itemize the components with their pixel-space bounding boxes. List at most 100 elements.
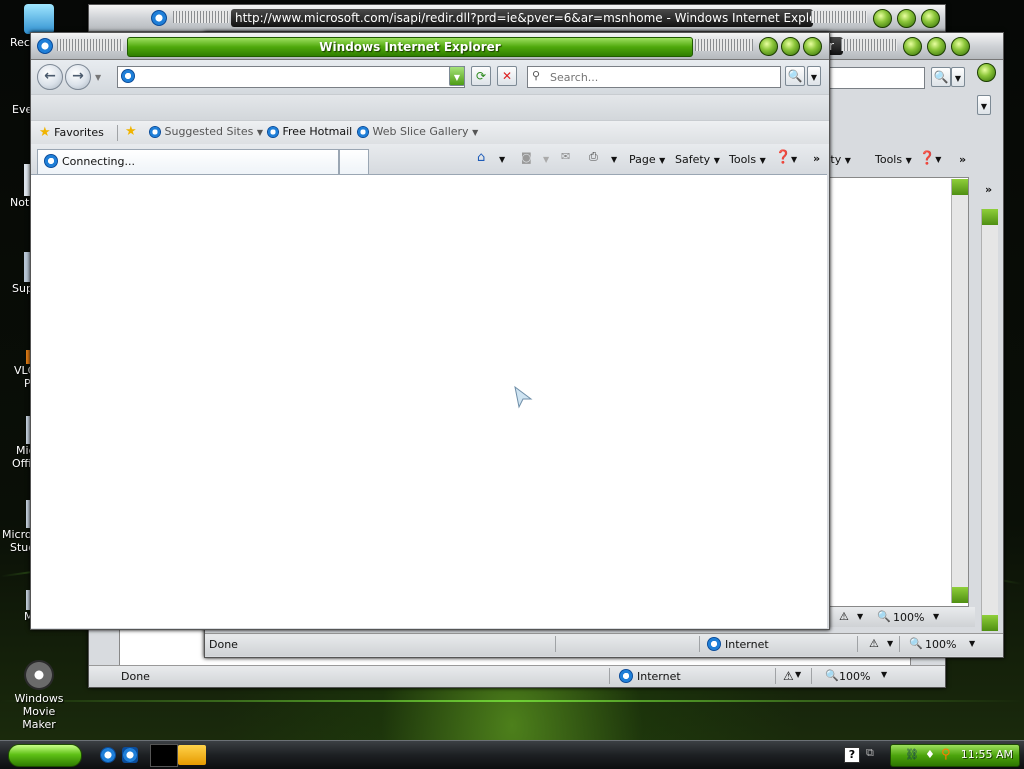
volume-icon[interactable]: ♦ <box>925 748 935 761</box>
scroll-down-button[interactable] <box>982 615 998 631</box>
minimize-button[interactable] <box>903 37 922 56</box>
close-button[interactable] <box>921 9 940 28</box>
stop-button[interactable]: ✕ <box>497 66 517 86</box>
fav-link-suggested-sites[interactable]: e Suggested Sites ▼ <box>149 125 263 138</box>
maximize-button[interactable] <box>927 37 946 56</box>
ie-quicklaunch-icon[interactable]: e <box>100 747 116 763</box>
status-separator <box>775 668 776 684</box>
safety-menu[interactable]: Safety ▼ <box>675 153 720 166</box>
ie-window-front[interactable]: e Windows Internet Explorer ← → ▼ e ▼ ⟳ … <box>30 32 830 630</box>
page-content[interactable] <box>31 174 827 628</box>
refresh-button[interactable]: ⟳ <box>471 66 491 86</box>
feeds-icon[interactable]: ◙ <box>521 151 532 164</box>
protected-mode-icon[interactable]: ⚠ <box>783 669 794 683</box>
status-separator <box>699 636 700 652</box>
fav-link-label: Web Slice Gallery <box>372 125 469 138</box>
search-box[interactable]: ⚲ <box>527 66 781 88</box>
search-button[interactable]: 🔍 <box>785 66 805 86</box>
page-menu[interactable]: Page ▼ <box>629 153 665 166</box>
titlebar[interactable]: e http://www.microsoft.com/isapi/redir.d… <box>89 5 945 32</box>
clock[interactable]: 11:55 AM <box>961 748 1013 761</box>
forward-button[interactable]: → <box>65 64 91 90</box>
add-to-favorites-icon[interactable]: ★ <box>125 124 137 139</box>
scroll-up-button[interactable] <box>952 179 968 195</box>
zoom-dropdown-icon[interactable]: ▼ <box>881 670 887 679</box>
fav-link-free-hotmail[interactable]: e Free Hotmail <box>267 125 352 138</box>
statusbar: Done e Internet ⚠ ▼ 🔍 100% ▼ <box>89 665 945 687</box>
zoom-dropdown-icon[interactable]: ▼ <box>969 639 975 648</box>
dropdown-icon[interactable]: ▼ <box>887 639 893 648</box>
vertical-scrollbar-outer[interactable] <box>981 209 998 631</box>
protected-mode-icon[interactable]: ⚠ <box>869 637 879 650</box>
address-dropdown-button[interactable]: ▼ <box>449 66 465 86</box>
search-button[interactable]: 🔍 <box>931 67 951 87</box>
home-dropdown-icon[interactable]: ▼ <box>499 155 505 164</box>
dropdown-icon[interactable]: ▼ <box>795 670 801 679</box>
print-dropdown-icon[interactable]: ▼ <box>611 155 617 164</box>
window-title: Windows Internet Explorer <box>127 37 693 57</box>
zoom-level[interactable]: 100% <box>839 670 870 683</box>
search-input[interactable] <box>548 68 776 86</box>
zoom-dropdown-icon[interactable]: ▼ <box>933 612 939 621</box>
favorites-button[interactable]: ★ Favorites <box>39 125 104 140</box>
separator <box>117 125 118 141</box>
zoom-level[interactable]: 100% <box>893 611 924 624</box>
status-separator <box>609 668 610 684</box>
address-bar[interactable]: e <box>117 66 465 88</box>
help-icon[interactable]: ❓ <box>775 150 791 165</box>
more-commands-chevron[interactable]: » <box>959 153 966 166</box>
mouse-cursor-icon <box>514 385 533 409</box>
ie-page-icon: e <box>149 126 161 138</box>
close-button[interactable] <box>951 37 970 56</box>
address-input[interactable] <box>140 68 444 86</box>
tab-connecting[interactable]: e Connecting... <box>37 149 339 175</box>
help-dropdown-icon[interactable]: ▼ <box>791 155 797 164</box>
tools-menu[interactable]: Tools ▼ <box>729 153 766 166</box>
back-button[interactable]: ← <box>37 64 63 90</box>
more-commands-chevron-2[interactable]: » <box>985 183 992 196</box>
titlebar[interactable]: e Windows Internet Explorer <box>31 33 829 60</box>
feeds-dropdown-icon[interactable]: ▼ <box>543 155 549 164</box>
search-tray-icon[interactable]: ⚲ <box>941 747 951 762</box>
search-options-button[interactable]: ▼ <box>807 66 821 86</box>
network-icon[interactable]: ⛓ <box>905 748 919 761</box>
maximize-button[interactable] <box>897 9 916 28</box>
minimize-button[interactable] <box>873 9 892 28</box>
show-desktop-icon[interactable] <box>150 744 178 767</box>
close-button[interactable] <box>803 37 822 56</box>
print-icon[interactable]: ⎙ <box>589 150 598 164</box>
statusbar: Done e Internet ⚠ ▼ 🔍 100% ▼ <box>205 633 1003 656</box>
fav-link-web-slice-gallery[interactable]: e Web Slice Gallery ▼ <box>357 125 478 138</box>
search-options-button[interactable]: ▼ <box>951 67 965 87</box>
zoom-icon: 🔍 <box>877 610 891 623</box>
titlebar-grip <box>695 39 753 51</box>
start-button[interactable] <box>8 744 82 767</box>
zoom-level[interactable]: 100% <box>925 638 956 651</box>
help-tray-icon[interactable]: ? <box>844 747 860 763</box>
new-tab-button[interactable] <box>339 149 369 175</box>
window-button[interactable] <box>977 63 996 82</box>
protected-mode-icon[interactable]: ⚠ <box>839 610 849 623</box>
vertical-scrollbar[interactable] <box>951 179 968 603</box>
home-icon[interactable]: ⌂ <box>477 150 485 165</box>
tray-restore-icon[interactable]: ⧉ <box>866 746 880 762</box>
search-input-mid[interactable] <box>829 67 925 89</box>
taskbar-folder-icon[interactable] <box>178 745 206 765</box>
scroll-up-button[interactable] <box>982 209 998 225</box>
scroll-down-button[interactable] <box>952 587 968 603</box>
zoom-icon: 🔍 <box>909 637 923 650</box>
internet-zone-icon: e <box>619 669 633 683</box>
quicklaunch-icon[interactable]: e <box>122 747 138 763</box>
dropdown-icon[interactable]: ▼ <box>857 612 863 621</box>
mail-icon[interactable]: ✉ <box>561 150 570 163</box>
recent-pages-dropdown-icon[interactable]: ▼ <box>95 73 101 82</box>
maximize-button[interactable] <box>781 37 800 56</box>
more-commands-chevron[interactable]: » <box>813 152 820 165</box>
page-content[interactable] <box>825 177 969 607</box>
titlebar-grip <box>841 39 897 51</box>
help-icon[interactable]: ❓▼ <box>919 151 941 166</box>
tools-menu[interactable]: Tools ▼ <box>875 153 912 166</box>
minimize-button[interactable] <box>759 37 778 56</box>
desktop-icon-windows-movie-maker[interactable]: Windows Movie Maker <box>0 660 78 731</box>
dropdown-button[interactable]: ▼ <box>977 95 991 115</box>
